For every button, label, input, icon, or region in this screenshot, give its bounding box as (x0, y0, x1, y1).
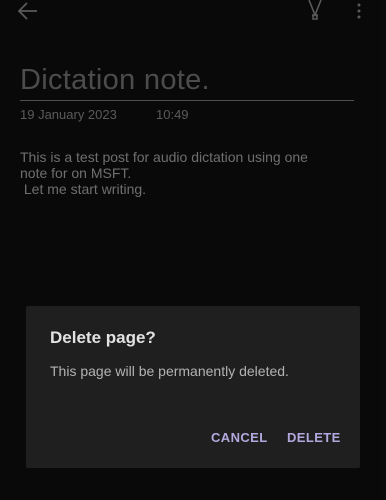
dialog-message: This page will be permanently deleted. (50, 363, 289, 379)
dialog-title: Delete page? (50, 328, 156, 347)
delete-button[interactable]: DELETE (287, 430, 341, 445)
delete-page-dialog: Delete page? This page will be permanent… (26, 306, 360, 468)
cancel-button[interactable]: CANCEL (211, 430, 268, 445)
